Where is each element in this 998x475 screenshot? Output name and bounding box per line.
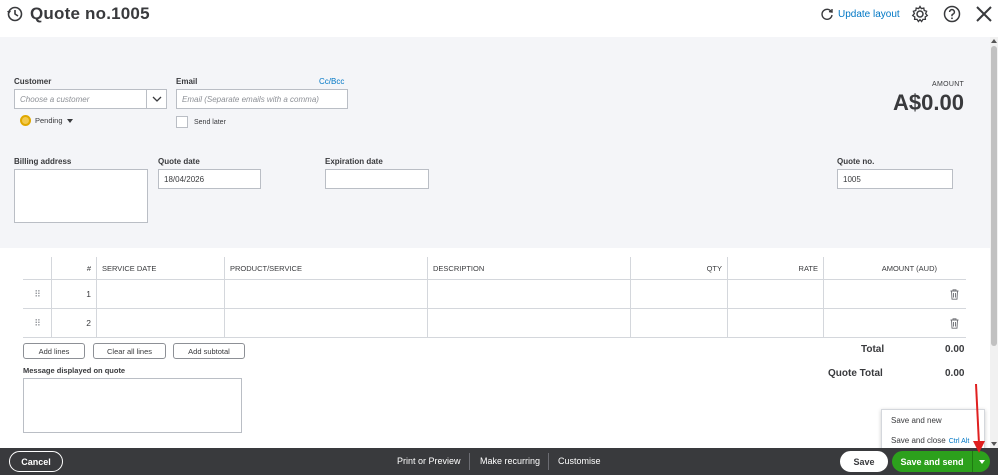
quote-date-label: Quote date xyxy=(158,157,200,166)
header-bar: Quote no.1005 Update layout xyxy=(0,0,998,32)
status-label: Pending xyxy=(35,116,63,125)
save-options-menu: Save and new Save and close Ctrl Alt xyxy=(881,409,985,451)
add-lines-button[interactable]: Add lines xyxy=(23,343,85,359)
cc-bcc-link[interactable]: Cc/Bcc xyxy=(319,77,344,86)
send-later-label: Send later xyxy=(194,118,226,126)
delete-column-header xyxy=(942,257,966,280)
save-options-dropdown-button[interactable] xyxy=(972,451,990,472)
scroll-thumb[interactable] xyxy=(991,46,997,346)
description-cell[interactable] xyxy=(427,280,630,308)
footer-divider xyxy=(548,453,549,470)
save-and-close-shortcut: Ctrl Alt xyxy=(948,438,970,445)
qty-cell[interactable] xyxy=(630,309,727,337)
save-and-new-menu-item[interactable]: Save and new xyxy=(891,416,942,425)
row-number: 2 xyxy=(51,309,96,337)
form-area xyxy=(0,37,990,248)
qty-cell[interactable] xyxy=(630,280,727,308)
rate-cell[interactable] xyxy=(727,280,823,308)
billing-address-field[interactable] xyxy=(14,169,148,223)
row-number: 1 xyxy=(51,280,96,308)
make-recurring-link[interactable]: Make recurring xyxy=(480,456,540,466)
product-cell[interactable] xyxy=(224,280,427,308)
column-header-product: PRODUCT/SERVICE xyxy=(224,257,427,280)
table-header: # SERVICE DATE PRODUCT/SERVICE DESCRIPTI… xyxy=(23,257,966,280)
customer-label: Customer xyxy=(14,77,52,86)
customer-select[interactable]: Choose a customer xyxy=(14,89,147,109)
quote-total-label: Quote Total xyxy=(828,368,883,379)
trash-icon xyxy=(950,288,958,300)
total-label: Total xyxy=(861,344,885,355)
column-header-qty: QTY xyxy=(630,257,727,280)
expiration-date-label: Expiration date xyxy=(325,157,383,166)
grip-column-header xyxy=(23,257,51,280)
email-label: Email xyxy=(176,77,198,86)
refresh-icon xyxy=(821,8,833,20)
column-header-rate: RATE xyxy=(727,257,823,280)
footer-divider xyxy=(469,453,470,470)
chevron-down-icon xyxy=(152,96,161,102)
scroll-up-icon[interactable] xyxy=(991,39,997,43)
description-cell[interactable] xyxy=(427,309,630,337)
clear-all-lines-button[interactable]: Clear all lines xyxy=(93,343,166,359)
pending-status-icon xyxy=(20,115,31,126)
billing-address-label: Billing address xyxy=(14,157,72,166)
delete-row-button[interactable] xyxy=(942,280,966,308)
total-value: 0.00 xyxy=(945,344,965,355)
service-date-cell[interactable] xyxy=(96,309,224,337)
close-icon[interactable] xyxy=(975,5,993,23)
amount-cell[interactable] xyxy=(823,309,942,337)
email-field[interactable]: Email (Separate emails with a comma) xyxy=(176,89,348,109)
vertical-scrollbar[interactable] xyxy=(990,37,998,448)
quote-no-label: Quote no. xyxy=(837,157,875,166)
status-dropdown[interactable]: Pending xyxy=(20,115,73,126)
print-or-preview-link[interactable]: Print or Preview xyxy=(397,456,461,466)
update-layout-link[interactable]: Update layout xyxy=(820,7,900,21)
save-button[interactable]: Save xyxy=(840,451,888,472)
drag-handle-icon[interactable]: ⠿ xyxy=(23,309,51,337)
trash-icon xyxy=(950,317,958,329)
customer-dropdown-button[interactable] xyxy=(147,89,167,109)
expiration-date-field[interactable] xyxy=(325,169,429,189)
help-icon[interactable] xyxy=(943,5,961,23)
save-and-close-label: Save and close xyxy=(891,436,946,445)
send-later-option: Send later xyxy=(176,116,226,128)
drag-handle-icon[interactable]: ⠿ xyxy=(23,280,51,308)
customise-link[interactable]: Customise xyxy=(558,456,601,466)
update-layout-label: Update layout xyxy=(838,8,900,20)
message-field[interactable] xyxy=(23,378,242,433)
column-header-amount: AMOUNT (AUD) xyxy=(823,257,942,280)
save-and-close-menu-item[interactable]: Save and close Ctrl Alt xyxy=(891,436,969,445)
cancel-button[interactable]: Cancel xyxy=(9,451,63,472)
history-icon[interactable] xyxy=(6,5,24,23)
rate-cell[interactable] xyxy=(727,309,823,337)
page-title: Quote no.1005 xyxy=(30,4,150,23)
footer-bar: Cancel Print or Preview Make recurring C… xyxy=(0,448,998,475)
column-header-service-date: SERVICE DATE xyxy=(96,257,224,280)
column-header-description: DESCRIPTION xyxy=(427,257,630,280)
caret-down-icon xyxy=(978,459,985,464)
save-and-send-button[interactable]: Save and send xyxy=(892,451,972,472)
message-label: Message displayed on quote xyxy=(23,366,126,375)
amount-label: AMOUNT xyxy=(932,81,965,88)
amount-cell[interactable] xyxy=(823,280,942,308)
caret-down-icon xyxy=(66,118,73,123)
delete-row-button[interactable] xyxy=(942,309,966,337)
quote-total-value: 0.00 xyxy=(945,368,965,379)
column-header-number: # xyxy=(51,257,96,280)
table-row: ⠿ 2 xyxy=(23,309,966,338)
table-row: ⠿ 1 xyxy=(23,280,966,309)
quote-date-field[interactable]: 18/04/2026 xyxy=(158,169,261,189)
add-subtotal-button[interactable]: Add subtotal xyxy=(173,343,245,359)
amount-value: A$0.00 xyxy=(893,90,964,115)
product-cell[interactable] xyxy=(224,309,427,337)
scroll-down-icon[interactable] xyxy=(991,442,997,446)
quote-no-field[interactable]: 1005 xyxy=(837,169,953,189)
send-later-checkbox[interactable] xyxy=(176,116,188,128)
service-date-cell[interactable] xyxy=(96,280,224,308)
gear-icon[interactable] xyxy=(911,5,929,23)
